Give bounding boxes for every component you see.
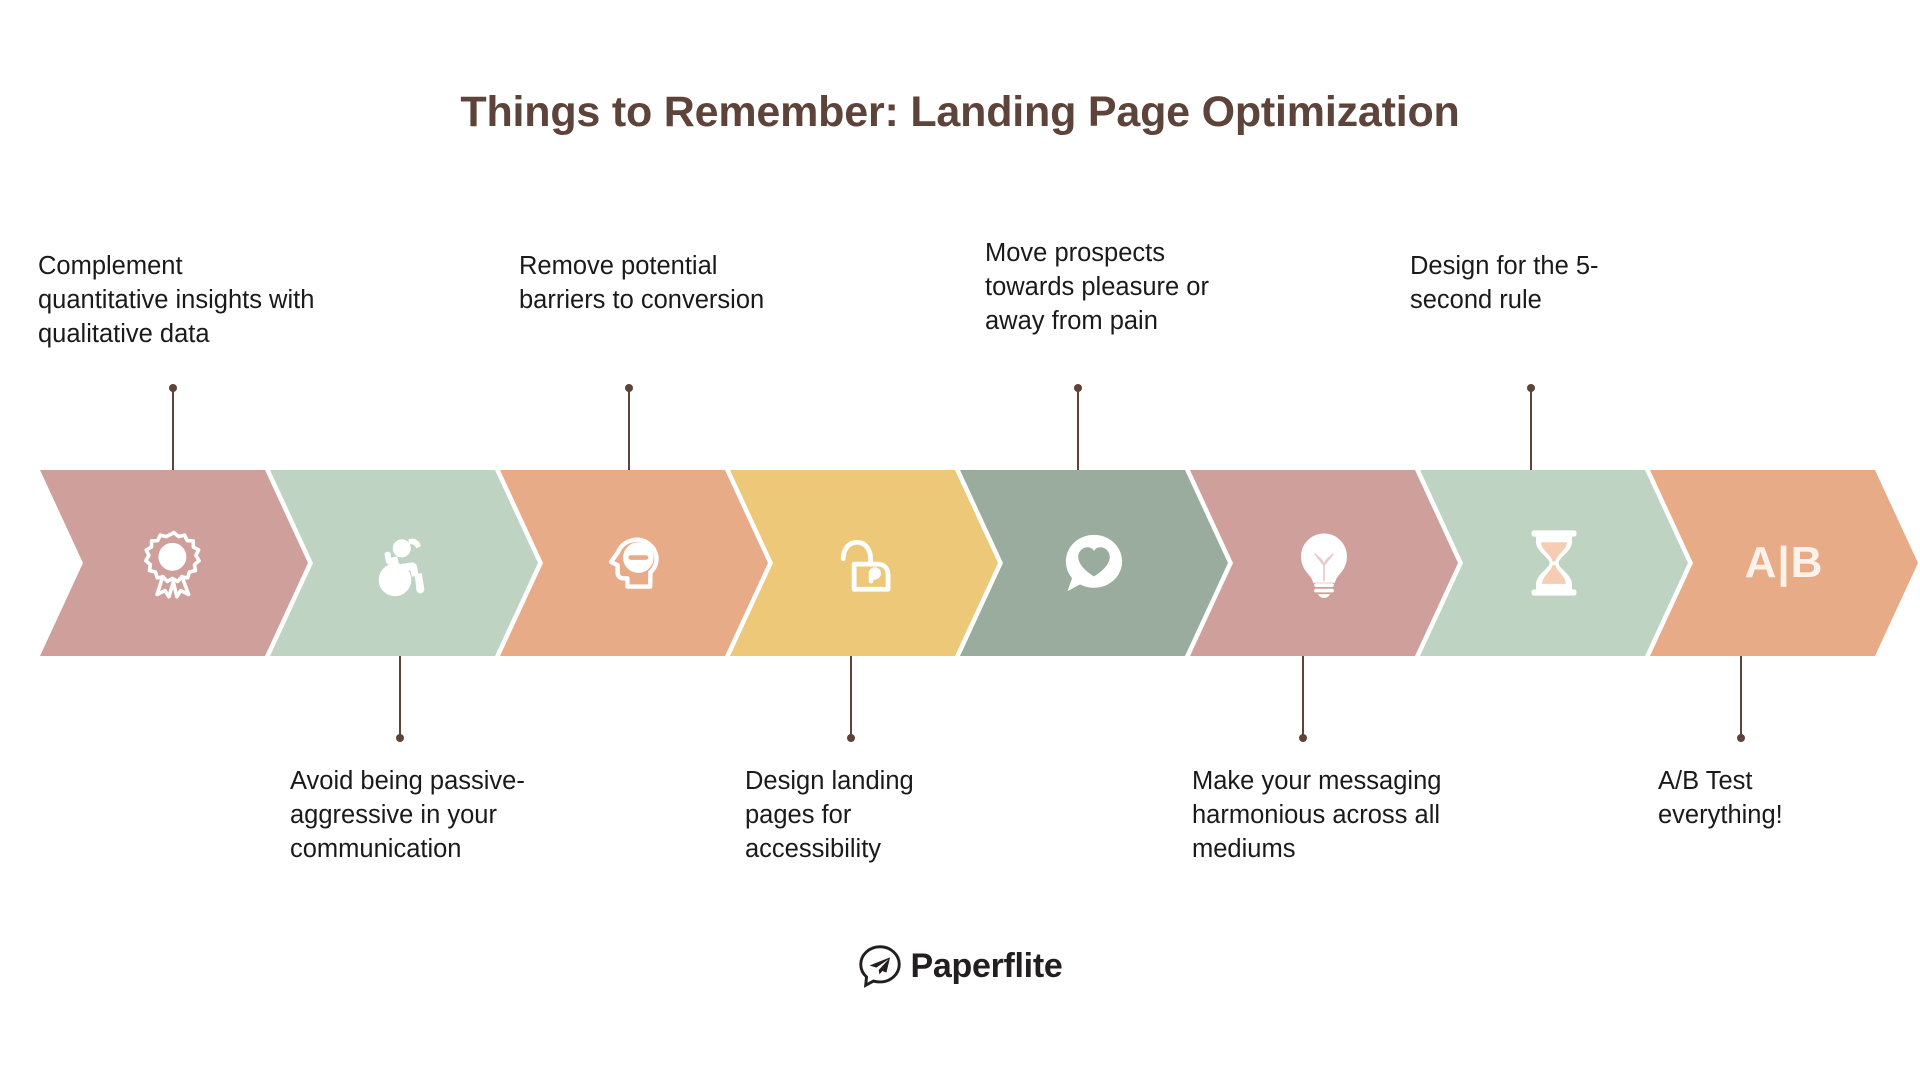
chevron-shape-8	[1650, 470, 1918, 656]
step-label-5: Move prospects towards pleasure or away …	[985, 239, 1209, 335]
connector-dot-5	[1074, 384, 1082, 392]
chevron-shape-2	[270, 470, 538, 656]
step-label-8: A/B Test everything!	[1658, 767, 1783, 829]
chevron-shape-5	[960, 470, 1228, 656]
chevron-shape-7	[1420, 470, 1688, 656]
connector-dot-8	[1737, 734, 1745, 742]
step-label-6: Make your messaging harmonious across al…	[1192, 767, 1442, 863]
connector-line-6	[1302, 656, 1304, 738]
connector-line-7	[1530, 388, 1532, 470]
connector-line-8	[1740, 656, 1742, 738]
connector-line-3	[628, 388, 630, 470]
connector-dot-6	[1299, 734, 1307, 742]
connector-dot-3	[625, 384, 633, 392]
chevron-step-8[interactable]: A|B	[1650, 470, 1918, 656]
connector-line-1	[172, 388, 174, 470]
step-label-1: Complement quantitative insights with qu…	[38, 252, 315, 348]
connector-dot-1	[169, 384, 177, 392]
chevron-shape-3	[500, 470, 768, 656]
connector-line-4	[850, 656, 852, 738]
chevron-step-4[interactable]	[730, 470, 998, 656]
connector-line-5	[1077, 388, 1079, 470]
page-title: Things to Remember: Landing Page Optimiz…	[460, 88, 1460, 136]
step-label-3: Remove potential barriers to conversion	[519, 252, 765, 314]
chevron-step-6[interactable]	[1190, 470, 1458, 656]
chevron-shape-6	[1190, 470, 1458, 656]
step-label-4: Design landing pages for accessibility	[745, 767, 914, 863]
chevron-shape-4	[730, 470, 998, 656]
paper-plane-speech-bubble-icon	[858, 944, 902, 988]
infographic-canvas: Things to Remember: Landing Page Optimiz…	[0, 0, 1920, 1080]
chevron-step-3[interactable]	[500, 470, 768, 656]
connector-dot-4	[847, 734, 855, 742]
connector-dot-7	[1527, 384, 1535, 392]
step-label-7: Design for the 5-second rule	[1410, 252, 1599, 314]
connector-line-2	[399, 656, 401, 738]
chevron-step-7[interactable]	[1420, 470, 1688, 656]
step-label-2: Avoid being passive-aggressive in your c…	[290, 767, 525, 863]
paperflite-wordmark: Paperflite	[910, 946, 1063, 985]
chevron-process-band: A|B	[40, 470, 1918, 656]
connector-dot-2	[396, 734, 404, 742]
chevron-step-1[interactable]	[40, 470, 308, 656]
chevron-shape-1	[40, 470, 308, 656]
paperflite-logo: Paperflite	[0, 944, 1920, 988]
chevron-step-2[interactable]	[270, 470, 538, 656]
chevron-step-5[interactable]	[960, 470, 1228, 656]
